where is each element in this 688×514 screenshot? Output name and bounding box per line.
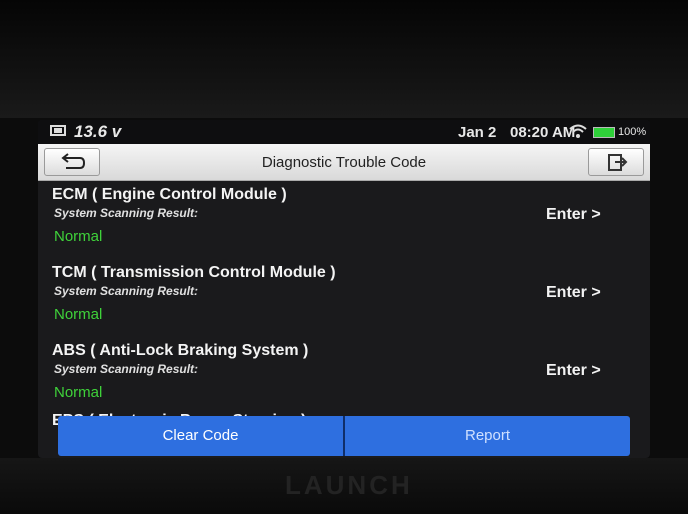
system-name: ABS ( Anti-Lock Braking System ) bbox=[52, 342, 309, 359]
scan-result-label: System Scanning Result: bbox=[54, 206, 199, 220]
system-item-ecm[interactable]: ECM ( Engine Control Module ) System Sca… bbox=[38, 180, 650, 255]
voltage-readout: 13.6 v bbox=[74, 122, 122, 141]
battery-icon bbox=[593, 127, 615, 138]
action-button-bar: Clear Code Report bbox=[58, 416, 630, 456]
system-item-abs[interactable]: ABS ( Anti-Lock Braking System ) System … bbox=[38, 336, 650, 411]
system-list: ECM ( Engine Control Module ) System Sca… bbox=[38, 180, 650, 429]
wifi-icon bbox=[569, 124, 587, 138]
enter-button[interactable]: Enter > bbox=[546, 362, 601, 380]
scan-result-status: Normal bbox=[54, 228, 103, 245]
battery-voltage-icon bbox=[50, 125, 66, 136]
system-item-tcm[interactable]: TCM ( Transmission Control Module ) Syst… bbox=[38, 258, 650, 333]
scan-result-label: System Scanning Result: bbox=[54, 362, 199, 376]
enter-button[interactable]: Enter > bbox=[546, 284, 601, 302]
scan-result-label: System Scanning Result: bbox=[54, 284, 199, 298]
page-title: Diagnostic Trouble Code bbox=[261, 154, 427, 171]
report-button[interactable]: Report bbox=[345, 416, 630, 456]
device-brand-logo: LAUNCH bbox=[285, 470, 413, 500]
tablet-screen: 13.6 v Jan 2 08:20 AM 100% Diagnostic Tr… bbox=[38, 120, 650, 458]
title-bar: Diagnostic Trouble Code bbox=[38, 144, 650, 181]
system-name: ECM ( Engine Control Module ) bbox=[52, 186, 287, 203]
status-time: 08:20 AM bbox=[510, 124, 576, 141]
exit-button[interactable] bbox=[588, 148, 644, 176]
exit-icon bbox=[608, 154, 628, 171]
enter-button[interactable]: Enter > bbox=[546, 206, 601, 224]
device-bezel-top bbox=[0, 0, 688, 118]
clear-code-button[interactable]: Clear Code bbox=[58, 416, 343, 456]
status-bar: 13.6 v Jan 2 08:20 AM 100% bbox=[38, 120, 650, 144]
scan-result-status: Normal bbox=[54, 306, 103, 323]
system-name: TCM ( Transmission Control Module ) bbox=[52, 264, 336, 281]
scan-result-status: Normal bbox=[54, 384, 103, 401]
status-date: Jan 2 bbox=[458, 124, 497, 141]
battery-percentage: 100% bbox=[618, 126, 647, 138]
